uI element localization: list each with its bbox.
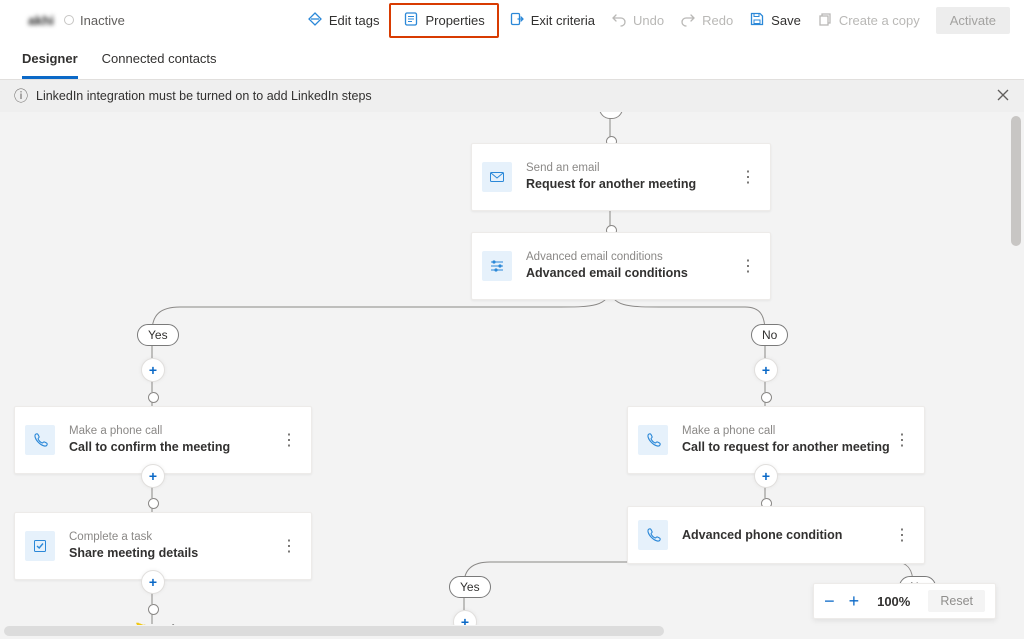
branch-yes-label[interactable]: Yes <box>449 576 491 598</box>
tab-connected-contacts[interactable]: Connected contacts <box>102 39 217 79</box>
horizontal-scrollbar[interactable] <box>4 626 1008 636</box>
redo-icon <box>680 11 696 30</box>
node-subtitle: Complete a task <box>69 530 198 546</box>
task-icon <box>25 531 55 561</box>
phone-icon <box>638 425 668 455</box>
properties-button[interactable]: Properties <box>395 7 492 34</box>
node-phone-no[interactable]: Make a phone call Call to request for an… <box>627 406 925 474</box>
email-icon <box>482 162 512 192</box>
connector-dot <box>148 392 159 403</box>
node-title: Request for another meeting <box>526 176 696 193</box>
status-indicator-icon <box>64 15 74 25</box>
filter-icon <box>482 251 512 281</box>
node-title: Call to confirm the meeting <box>69 439 230 456</box>
create-copy-button[interactable]: Create a copy <box>809 7 928 34</box>
phone-icon <box>638 520 668 550</box>
properties-highlight: Properties <box>389 3 498 38</box>
exit-criteria-button[interactable]: Exit criteria <box>501 7 603 34</box>
tab-bar: Designer Connected contacts <box>0 39 1024 80</box>
node-send-email[interactable]: Send an email Request for another meetin… <box>471 143 771 211</box>
exit-node[interactable]: ⚑ Exit <box>134 620 179 625</box>
node-more-button[interactable]: ⋮ <box>736 256 760 276</box>
node-task-yes[interactable]: Complete a task Share meeting details ⋮ <box>14 512 312 580</box>
connector-dot <box>148 498 159 509</box>
edit-tags-button[interactable]: Edit tags <box>299 7 388 34</box>
zoom-level: 100% <box>873 594 914 609</box>
node-title: Share meeting details <box>69 545 198 562</box>
add-step-button[interactable]: + <box>141 358 165 382</box>
activate-button[interactable]: Activate <box>936 7 1010 34</box>
notification-close-button[interactable] <box>996 88 1010 105</box>
start-node[interactable] <box>599 112 623 119</box>
node-title: Advanced email conditions <box>526 265 688 282</box>
node-phone-condition[interactable]: Advanced phone condition ⋮ <box>627 506 925 564</box>
flag-icon: ⚑ <box>134 620 147 625</box>
zoom-in-button[interactable]: + <box>849 591 860 612</box>
command-bar: akhi Inactive Edit tags Properties Exit … <box>0 0 1024 39</box>
notification-bar: ⓘ LinkedIn integration must be turned on… <box>0 80 1024 112</box>
redo-label: Redo <box>702 13 733 28</box>
node-subtitle: Make a phone call <box>69 424 230 440</box>
close-icon <box>996 88 1010 102</box>
redo-button[interactable]: Redo <box>672 7 741 34</box>
node-email-condition[interactable]: Advanced email conditions Advanced email… <box>471 232 771 300</box>
record-title: akhi <box>28 13 54 28</box>
properties-icon <box>403 11 419 30</box>
add-step-button[interactable]: + <box>141 464 165 488</box>
zoom-out-button[interactable]: − <box>824 591 835 612</box>
node-more-button[interactable]: ⋮ <box>890 525 914 545</box>
exit-criteria-icon <box>509 11 525 30</box>
node-more-button[interactable]: ⋮ <box>277 430 301 450</box>
tag-icon <box>307 11 323 30</box>
vertical-scrollbar[interactable] <box>1011 116 1021 625</box>
branch-yes-label[interactable]: Yes <box>137 324 179 346</box>
node-subtitle: Make a phone call <box>682 424 890 440</box>
info-icon: ⓘ <box>14 86 28 106</box>
add-step-button[interactable]: + <box>453 610 477 625</box>
node-subtitle: Advanced email conditions <box>526 250 688 266</box>
connector-dot <box>761 392 772 403</box>
node-subtitle: Send an email <box>526 161 696 177</box>
exit-criteria-label: Exit criteria <box>531 13 595 28</box>
add-step-button[interactable]: + <box>754 358 778 382</box>
connector-dot <box>148 604 159 615</box>
notification-text: LinkedIn integration must be turned on t… <box>36 89 372 103</box>
undo-label: Undo <box>633 13 664 28</box>
node-more-button[interactable]: ⋮ <box>277 536 301 556</box>
flow-canvas[interactable]: Send an email Request for another meetin… <box>0 112 1024 639</box>
properties-label: Properties <box>425 13 484 28</box>
add-step-button[interactable]: + <box>141 570 165 594</box>
node-title: Call to request for another meeting <box>682 439 890 456</box>
save-icon <box>749 11 765 30</box>
node-more-button[interactable]: ⋮ <box>736 167 760 187</box>
save-button[interactable]: Save <box>741 7 809 34</box>
save-label: Save <box>771 13 801 28</box>
activate-label: Activate <box>950 13 996 28</box>
tab-designer[interactable]: Designer <box>22 39 78 79</box>
edit-tags-label: Edit tags <box>329 13 380 28</box>
node-phone-yes[interactable]: Make a phone call Call to confirm the me… <box>14 406 312 474</box>
create-copy-label: Create a copy <box>839 13 920 28</box>
zoom-reset-button[interactable]: Reset <box>928 590 985 612</box>
add-step-button[interactable]: + <box>754 464 778 488</box>
node-more-button[interactable]: ⋮ <box>890 430 914 450</box>
undo-icon <box>611 11 627 30</box>
exit-label: Exit <box>155 622 179 626</box>
undo-button[interactable]: Undo <box>603 7 672 34</box>
zoom-control: − + 100% Reset <box>813 583 996 619</box>
phone-icon <box>25 425 55 455</box>
node-title: Advanced phone condition <box>682 527 842 544</box>
branch-no-label[interactable]: No <box>751 324 788 346</box>
copy-icon <box>817 11 833 30</box>
record-status: Inactive <box>80 13 125 28</box>
